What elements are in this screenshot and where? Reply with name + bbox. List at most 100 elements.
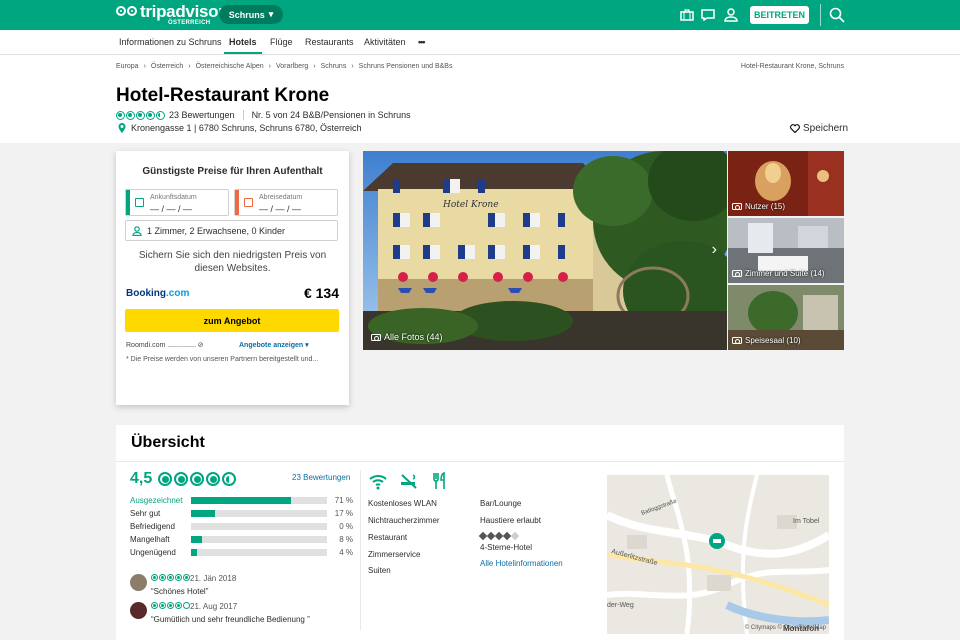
photo-thumb-dining[interactable]: Speisesaal (10) [728, 285, 844, 350]
price-box-title: Günstigste Preise für Ihren Aufenthalt [142, 166, 323, 177]
logo-subtitle: ÖSTERREICH [168, 20, 211, 26]
bubble-rating [158, 472, 236, 486]
user-icon[interactable] [723, 7, 739, 23]
breadcrumb-current: Hotel-Restaurant Krone, Schruns [740, 63, 844, 70]
show-offers-link[interactable]: Angebote anzeigen ▾ [239, 341, 309, 349]
view-deal-button[interactable]: zum Angebot [125, 309, 339, 332]
other-provider[interactable]: Roomdi.com .............................… [126, 341, 203, 349]
calendar-icon [244, 198, 253, 207]
rating-bar-fill [191, 549, 197, 556]
review-title[interactable]: “Schönes Hotel” [151, 587, 208, 596]
all-photos-label[interactable]: Alle Fotos (44) [371, 332, 443, 342]
search-icon[interactable] [828, 6, 846, 24]
camera-icon [732, 203, 742, 210]
camera-icon [371, 333, 381, 341]
amenity-item: Haustiere erlaubt [480, 516, 541, 525]
camera-icon [732, 270, 742, 277]
amenity-item: Zimmerservice [368, 550, 421, 559]
location-label: Schruns [228, 9, 265, 20]
map-image: Batloggstraße Außerlitzstraße Im Tobel d… [607, 475, 829, 634]
map-credit: © Citymaps © OpenStreetMap [744, 625, 826, 631]
message-icon[interactable] [700, 7, 716, 23]
thumb-label: Zimmer und Suite (14) [745, 269, 825, 278]
address-text[interactable]: Kronengasse 1 | 6780 Schruns, Schruns 67… [131, 123, 361, 133]
main-photo[interactable]: Hotel Krone › Alle Fotos (44) [363, 151, 727, 350]
building-sign-text: Hotel Krone [442, 200, 499, 210]
divider [116, 461, 844, 462]
all-hotel-info-link[interactable]: Alle Hotelinformationen [480, 559, 563, 568]
logo-text: tripadvisor [140, 2, 225, 21]
map-pin-icon [118, 123, 126, 133]
breadcrumb-item[interactable]: Österreich [151, 63, 183, 70]
price-value[interactable]: € 134 [304, 285, 339, 301]
heart-icon [790, 124, 800, 133]
price-box: Günstigste Preise für Ihren Aufenthalt A… [116, 151, 349, 405]
info-icon: ⊘ [197, 342, 204, 349]
rating-breakdown-row[interactable]: Ausgezeichnet 71 % [130, 496, 360, 505]
checkout-field[interactable]: Abreisedatum — / — / — [234, 189, 338, 216]
amenity-item: Nichtraucherzimmer [368, 516, 440, 525]
rating-bar-fill [191, 497, 291, 504]
booking-logo[interactable]: Booking.com [126, 288, 189, 299]
ranking-text[interactable]: Nr. 5 von 24 B&B/Pensionen in Schruns [252, 110, 411, 120]
rating-breakdown-row[interactable]: Mangelhaft 8 % [130, 535, 360, 544]
overall-score: 4,5 [130, 470, 153, 487]
join-button[interactable]: BEITRETEN [750, 6, 809, 24]
overview-title: Übersicht [131, 434, 205, 451]
photo-thumb-users[interactable]: Nutzer (15) [728, 151, 844, 216]
breadcrumb-item[interactable]: Schruns [321, 63, 347, 70]
hotel-class-label: 4-Sterne-Hotel [480, 543, 533, 552]
rating-row: 23 Bewertungen Nr. 5 von 24 B&B/Pensione… [116, 110, 411, 120]
rating-bar-fill [191, 536, 202, 543]
checkin-label: Ankunftsdatum [150, 194, 197, 201]
breadcrumb-item[interactable]: Europa [116, 63, 139, 70]
nav-item-flights[interactable]: Flüge [270, 37, 293, 47]
breadcrumb-item[interactable]: Vorarlberg [276, 63, 308, 70]
review-date: 21. Aug 2017 [190, 602, 238, 611]
amenity-item: Restaurant [368, 533, 408, 542]
nav-item-hotels[interactable]: Hotels [229, 37, 257, 47]
breadcrumb-item[interactable]: Schruns Pensionen und B&Bs [359, 63, 453, 70]
checkout-label: Abreisedatum [259, 194, 303, 201]
next-photo-arrow-icon[interactable]: › [712, 241, 717, 259]
rating-breakdown-row[interactable]: Sehr gut 17 % [130, 509, 360, 518]
reviews-link[interactable]: 23 Bewertungen [292, 473, 350, 482]
rating-breakdown-row[interactable]: Befriedigend 0 % [130, 522, 360, 531]
restaurant-icon [430, 471, 450, 490]
photo-thumb-rooms[interactable]: Zimmer und Suite (14) [728, 218, 844, 283]
nav-active-indicator [224, 52, 262, 54]
nav-item-info[interactable]: Informationen zu Schruns [119, 37, 222, 47]
address-row: Kronengasse 1 | 6780 Schruns, Schruns 67… [116, 123, 361, 133]
tripadvisor-logo[interactable]: tripadvisor ÖSTERREICH [116, 2, 225, 26]
more-icon[interactable]: ••• [418, 37, 426, 47]
chevron-right-icon: › [268, 63, 271, 70]
lowest-price-text: Sichern Sie sich den niedrigsten Preis v… [138, 250, 327, 274]
location-button[interactable]: Schruns ▾ [219, 5, 283, 24]
nav-item-activities[interactable]: Aktivitäten [364, 37, 406, 47]
map[interactable]: Batloggstraße Außerlitzstraße Im Tobel d… [607, 475, 829, 634]
hotel-photo-image: Hotel Krone [363, 151, 727, 350]
map-street-label: Im Tobel [793, 518, 820, 525]
overview-section: Übersicht 4,5 23 Bewertungen Ausgezeichn… [116, 425, 844, 640]
bubble-rating [151, 574, 190, 581]
amenity-item: Suiten [368, 566, 391, 575]
checkout-value: — / — / — [259, 204, 302, 214]
breadcrumb-item[interactable]: Österreichische Alpen [196, 63, 264, 70]
breadcrumb: Europa › Österreich › Österreichische Alpe… [116, 63, 452, 70]
nav-bar: Informationen zu Schruns Hotels Flüge Re… [0, 30, 960, 55]
chevron-down-icon: ▾ [268, 9, 274, 19]
rating-bar-fill [191, 510, 215, 517]
save-button[interactable]: Speichern [790, 123, 848, 134]
chevron-right-icon: › [188, 63, 191, 70]
guests-field[interactable]: 1 Zimmer, 2 Erwachsene, 0 Kinder [125, 220, 338, 241]
checkin-field[interactable]: Ankunftsdatum — / — / — [125, 189, 229, 216]
map-street-label: der-Weg [607, 602, 634, 609]
review-title[interactable]: “Gumütlich und sehr freundliche Bedienun… [151, 615, 310, 624]
rating-breakdown-row[interactable]: Ungenügend 4 % [130, 548, 360, 557]
review-count-link[interactable]: 23 Bewertungen [169, 110, 235, 120]
calendar-icon [135, 198, 144, 207]
avatar [130, 574, 147, 591]
nav-item-restaurants[interactable]: Restaurants [305, 37, 354, 47]
bubble-rating [116, 110, 165, 120]
briefcase-icon[interactable] [679, 7, 695, 23]
